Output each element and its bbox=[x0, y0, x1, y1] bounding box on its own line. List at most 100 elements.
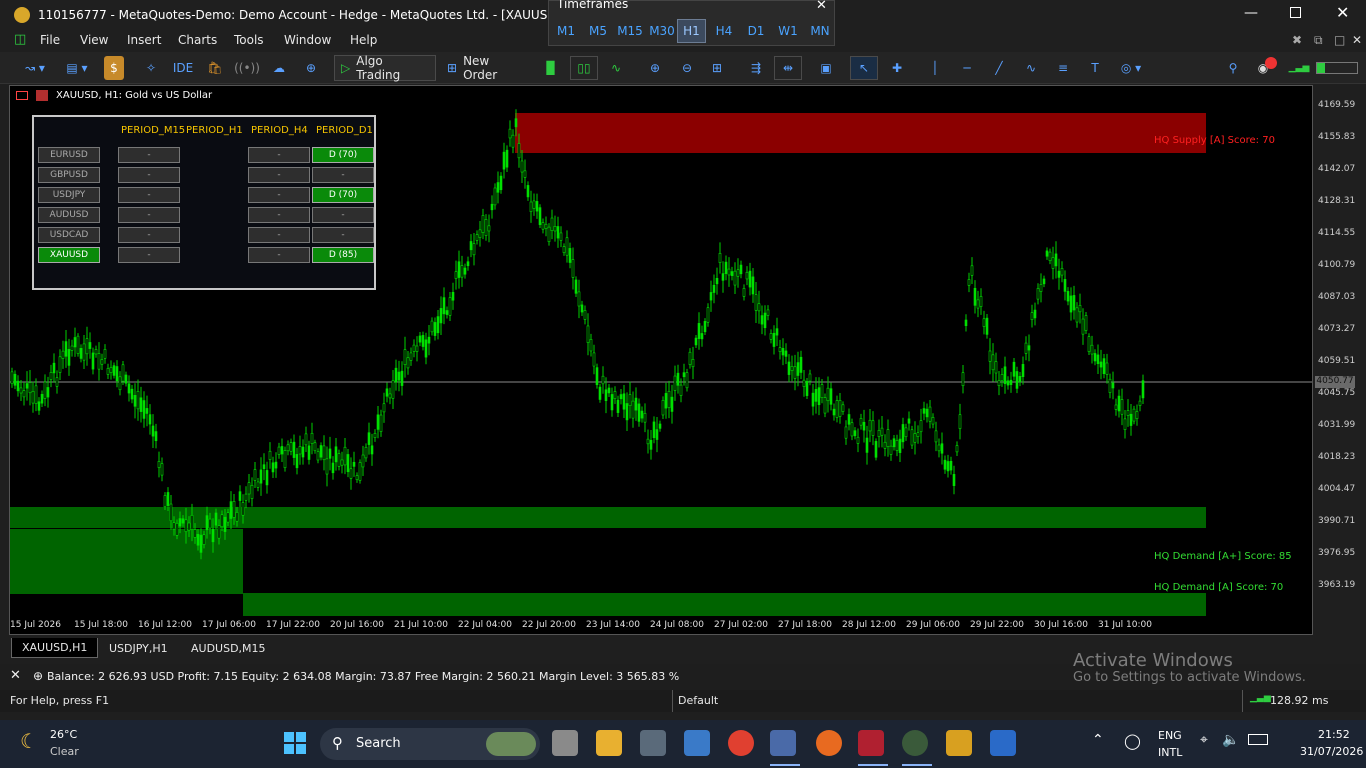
restore-child-icon[interactable]: ⧉ bbox=[1314, 33, 1323, 48]
taskbar-search-box[interactable]: ⚲ Search bbox=[320, 728, 540, 760]
timeframe-h1[interactable]: H1 bbox=[677, 19, 706, 43]
windows-start-icon[interactable] bbox=[284, 732, 306, 754]
lang-primary[interactable]: ENG bbox=[1158, 729, 1182, 742]
menu-view[interactable]: View bbox=[80, 33, 108, 47]
panel-cell-h4[interactable]: - bbox=[248, 147, 310, 163]
autoscroll-icon[interactable]: ⇶ bbox=[744, 56, 768, 80]
file-explorer-icon[interactable] bbox=[596, 730, 622, 756]
volume-icon[interactable]: 🔈 bbox=[1222, 732, 1239, 748]
ide-button[interactable]: IDE bbox=[170, 56, 196, 80]
panel-cell-m15[interactable]: - bbox=[118, 207, 180, 223]
timeframe-m15[interactable]: M15 bbox=[615, 19, 645, 43]
new-order-button[interactable]: ⊞ New Order bbox=[440, 54, 530, 82]
signals-icon[interactable]: ((•)) bbox=[234, 56, 260, 80]
timeframe-m1[interactable]: M1 bbox=[553, 19, 579, 43]
chart-app-icon[interactable] bbox=[816, 730, 842, 756]
fibonacci-icon[interactable]: ≡ bbox=[1052, 56, 1074, 80]
photos-icon[interactable] bbox=[684, 730, 710, 756]
timeframe-d1[interactable]: D1 bbox=[743, 19, 769, 43]
demand-zone-lower[interactable] bbox=[243, 593, 1206, 616]
dollar-icon[interactable]: $ bbox=[104, 56, 124, 80]
calculator-icon[interactable] bbox=[640, 730, 666, 756]
bar-chart-icon[interactable]: ▉ bbox=[540, 56, 562, 80]
close-icon[interactable]: ✕ bbox=[1336, 3, 1349, 22]
menu-help[interactable]: Help bbox=[350, 33, 377, 47]
supply-zone[interactable] bbox=[515, 113, 1206, 153]
metatrader-icon[interactable] bbox=[902, 730, 928, 756]
tools-icon[interactable]: ∿ bbox=[1020, 56, 1042, 80]
cursor-icon[interactable]: ↖ bbox=[850, 56, 878, 80]
trendline-icon[interactable]: ╱ bbox=[988, 56, 1010, 80]
maximize-icon[interactable] bbox=[1290, 7, 1301, 18]
chart-type-icon[interactable]: ↝ ▾ bbox=[18, 56, 52, 80]
tab-xauusd-h1[interactable]: XAUUSD,H1 bbox=[11, 638, 99, 658]
menu-charts[interactable]: Charts bbox=[178, 33, 217, 47]
timeframe-w1[interactable]: W1 bbox=[775, 19, 801, 43]
text-icon[interactable]: T bbox=[1084, 56, 1106, 80]
panel-cell-h4[interactable]: - bbox=[248, 207, 310, 223]
panel-symbol[interactable]: EURUSD bbox=[38, 147, 100, 163]
panel-cell-m15[interactable]: - bbox=[118, 227, 180, 243]
panel-cell-m15[interactable]: - bbox=[118, 247, 180, 263]
chart-templates-icon[interactable]: ▤ ▾ bbox=[60, 56, 94, 80]
panel-cell-d1[interactable]: - bbox=[312, 207, 374, 223]
timeframe-mn[interactable]: MN bbox=[807, 19, 833, 43]
exit-app-icon[interactable] bbox=[858, 730, 884, 756]
add-icon[interactable]: ⊕ bbox=[300, 56, 322, 80]
horizontal-line-icon[interactable]: ─ bbox=[956, 56, 978, 80]
crosshair-icon[interactable]: ✚ bbox=[886, 56, 908, 80]
indicators-icon[interactable]: ✧ bbox=[140, 56, 162, 80]
panel-cell-d1[interactable]: - bbox=[312, 227, 374, 243]
panel-cell-m15[interactable]: - bbox=[118, 147, 180, 163]
remote-desktop-icon[interactable] bbox=[770, 730, 796, 756]
timeframe-h4[interactable]: H4 bbox=[711, 19, 737, 43]
algo-trading-button[interactable]: ▷ Algo Trading bbox=[334, 54, 436, 82]
panel-cell-h4[interactable]: - bbox=[248, 247, 310, 263]
wifi-icon[interactable]: ⌖ bbox=[1200, 732, 1208, 748]
demand-zone-left[interactable] bbox=[10, 529, 243, 594]
candles-icon[interactable]: ▯▯ bbox=[570, 56, 598, 80]
tab-audusd-m15[interactable]: AUDUSD,M15 bbox=[181, 638, 276, 658]
panel-cell-h4[interactable]: - bbox=[248, 187, 310, 203]
zoom-out-icon[interactable]: ⊖ bbox=[676, 56, 698, 80]
task-view-icon[interactable] bbox=[552, 730, 578, 756]
panel-cell-d1[interactable]: D (70) bbox=[312, 187, 374, 203]
panel-cell-h4[interactable]: - bbox=[248, 227, 310, 243]
chart-shift-icon[interactable]: ⇹ bbox=[774, 56, 802, 80]
timeframes-close-icon[interactable]: ✕ bbox=[816, 0, 827, 13]
tray-app-icon[interactable]: ◯ bbox=[1124, 732, 1141, 750]
panel-symbol[interactable]: XAUUSD bbox=[38, 247, 100, 263]
chrome-icon[interactable] bbox=[728, 730, 754, 756]
panel-cell-h4[interactable]: - bbox=[248, 167, 310, 183]
toolbox-close-icon[interactable]: ✕ bbox=[10, 668, 21, 683]
timeframe-m30[interactable]: M30 bbox=[647, 19, 677, 43]
metatrader5-icon[interactable] bbox=[946, 730, 972, 756]
panel-cell-m15[interactable]: - bbox=[118, 187, 180, 203]
menu-insert[interactable]: Insert bbox=[127, 33, 161, 47]
menu-tools[interactable]: Tools bbox=[234, 33, 264, 47]
shapes-icon[interactable]: ◎ ▾ bbox=[1114, 56, 1148, 80]
battery-icon[interactable] bbox=[1248, 734, 1268, 745]
grid-icon[interactable]: ⊞ bbox=[706, 56, 728, 80]
close-child-icon[interactable]: ✕ bbox=[1352, 33, 1362, 47]
timeframe-m5[interactable]: M5 bbox=[585, 19, 611, 43]
minimize-icon[interactable]: — bbox=[1244, 5, 1258, 21]
line-chart-icon[interactable]: ∿ bbox=[604, 56, 628, 80]
panel-cell-m15[interactable]: - bbox=[118, 167, 180, 183]
market-icon[interactable]: 🛍 bbox=[204, 56, 226, 80]
panel-cell-d1[interactable]: D (70) bbox=[312, 147, 374, 163]
vertical-line-icon[interactable]: │ bbox=[924, 56, 946, 80]
panel-symbol[interactable]: USDCAD bbox=[38, 227, 100, 243]
search-icon[interactable]: ⚲ bbox=[1222, 56, 1244, 80]
menu-window[interactable]: Window bbox=[284, 33, 331, 47]
tab-usdjpy-h1[interactable]: USDJPY,H1 bbox=[99, 638, 178, 658]
new-order-small-icon[interactable]: ⊕ bbox=[33, 669, 43, 683]
panel-symbol[interactable]: GBPUSD bbox=[38, 167, 100, 183]
panel-symbol[interactable]: AUDUSD bbox=[38, 207, 100, 223]
panel-symbol[interactable]: USDJPY bbox=[38, 187, 100, 203]
tray-chevron-icon[interactable]: ⌃ bbox=[1092, 732, 1104, 748]
pin-icon[interactable]: ✖ bbox=[1292, 33, 1302, 47]
panel-cell-d1[interactable]: D (85) bbox=[312, 247, 374, 263]
menu-file[interactable]: File bbox=[40, 33, 60, 47]
vps-cloud-icon[interactable]: ☁ bbox=[268, 56, 290, 80]
